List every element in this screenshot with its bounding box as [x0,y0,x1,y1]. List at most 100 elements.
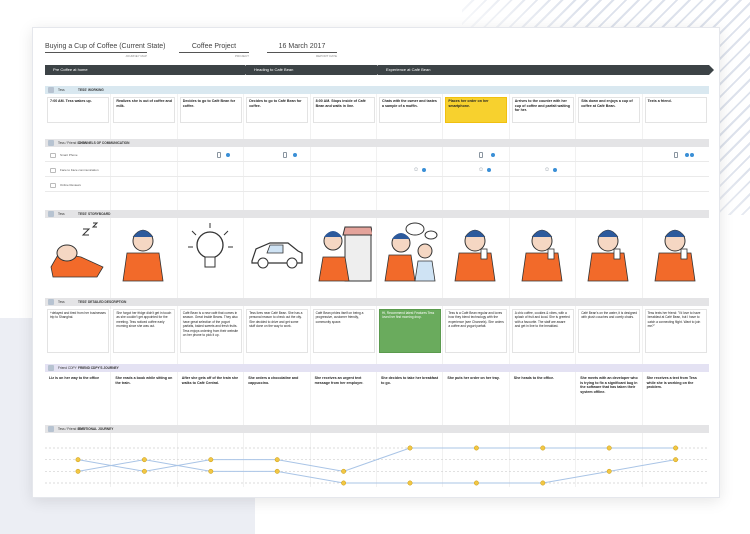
emotion-point[interactable] [606,468,612,474]
phone-icon [217,152,221,158]
phone-icon [479,152,483,158]
friend-step-card[interactable]: She puts her order on her tray. [445,375,507,419]
description-card[interactable]: She forgot her fridge didn't get in touc… [113,309,176,353]
person-at-shop-icon [318,226,372,282]
section-header-storyboard[interactable]: Tess TESS' STORYBOARD [45,210,709,218]
working-step-card[interactable]: Decides to go to Café Bean for coffee. [246,97,309,123]
working-step-card[interactable]: Places her order on her smartphone. [445,97,508,123]
friend-step-card[interactable]: She orders a chocolatine and cappuccino. [246,375,308,419]
emotion-point[interactable] [274,468,280,474]
description-card[interactable]: +delayed and tired from her businesses t… [47,309,109,353]
working-step-card[interactable]: Chats with the owner and tastes a sample… [379,97,441,123]
emotion-point[interactable] [473,445,479,451]
avatar [48,211,54,217]
emotion-point[interactable] [673,445,679,451]
project-field[interactable]: Coffee Project PROJECT [179,43,249,65]
section-header-emotion[interactable]: Tess / Friend CDPY EMOTIONAL JOURNEY [45,425,709,433]
working-step-card[interactable]: Sits down and enjoys a cup of coffee at … [578,97,641,123]
phase-heading[interactable]: Heading to Café Bean [246,65,382,75]
friend-step-card[interactable]: She heads to the office. [512,375,574,419]
phase-pre-coffee[interactable]: Pre Coffee at home [45,65,250,75]
friend-step-card[interactable]: She meets with an developer who is tryin… [578,375,640,419]
working-step-card[interactable]: 7:00 AM. Tess wakes up. [47,97,109,123]
emotion-point[interactable] [473,480,479,486]
person-on-phone-icon [454,229,496,282]
description-card[interactable]: Tess is a Café Bean regular and loves ho… [445,309,508,353]
journey-title: Buying a Cup of Coffee (Current State) [45,43,166,53]
emotion-point[interactable] [540,445,546,451]
friend-step-card[interactable]: After she gets off of the train she walk… [180,375,242,419]
channel-dot [491,153,495,157]
channel-online-reviews[interactable]: Online Reviews [45,180,709,192]
emotion-point[interactable] [208,457,214,463]
channel-dot [690,153,694,157]
avatar [48,140,54,146]
avatar [48,87,54,93]
emotion-point[interactable] [673,457,679,463]
description-card[interactable]: Café Bean is a new café that comes in se… [179,309,242,353]
working-step-card[interactable]: Texts a friend. [644,97,707,123]
friend-step-card[interactable]: She receives an urgent text message from… [313,375,375,419]
channel-dot [553,168,557,172]
working-step-card[interactable]: 8:00 AM. Stops inside of Café Bean and w… [312,97,375,123]
friend-step-card[interactable]: She decides to take her breakfast to go. [379,375,441,419]
working-step-card[interactable]: Decides to go to Café Bean for coffee. [179,97,242,123]
review-icon [50,183,56,188]
friend-step-card[interactable]: She reads a book while sitting on the tr… [113,375,175,419]
section-header-working[interactable]: Tess TESS' WORKING [45,86,709,94]
emotion-point[interactable] [407,445,413,451]
date-field[interactable]: 16 March 2017 REPORT DATE [267,43,337,65]
emotion-point[interactable] [606,445,612,451]
light-bulb-icon [187,223,233,268]
report-date: 16 March 2017 [267,43,337,53]
section-header-description[interactable]: Tess TESS' DETAILED DESCRIPTION [45,298,709,306]
tired-person-icon [122,229,164,282]
emotion-point[interactable] [341,468,347,474]
working-step-card[interactable]: Realizes she is out of coffee and milk. [113,97,176,123]
channel-face-to-face[interactable]: Face to Face communication ☺ ☺ ☺ [45,165,709,177]
person-texting-icon [654,229,696,282]
emotion-point[interactable] [141,468,147,474]
person-drinking-icon [587,229,629,282]
emotion-point[interactable] [540,480,546,486]
people-icon [50,168,56,173]
people-icon: ☺ [544,167,551,173]
phone-icon [50,153,56,158]
emotion-point[interactable] [407,480,413,486]
emotion-point[interactable] [274,457,280,463]
emotion-point[interactable] [75,468,81,474]
phase-experience[interactable]: Experience at Café Bean [378,65,714,75]
phone-icon [674,152,678,158]
emotion-point[interactable] [341,480,347,486]
description-card[interactable]: Café Bean prides itself on being a progr… [312,309,375,353]
description-card[interactable]: Tess texts her friend: "I'd love to have… [644,309,707,353]
emotion-point[interactable] [141,457,147,463]
friend-step-card[interactable]: Liz is on her way to the office [47,375,109,419]
emotion-point[interactable] [208,468,214,474]
avatar [48,365,54,371]
channel-smart-phone[interactable]: Smart Phone [45,150,709,162]
description-card[interactable]: A chic coffee, cookies & vibes, with a s… [511,309,574,353]
channel-dot [226,153,230,157]
phone-icon [283,152,287,158]
channel-dot [487,168,491,172]
emotion-point[interactable] [75,457,81,463]
working-step-card[interactable]: Arrives to the counter with her cup of c… [511,97,574,123]
description-card[interactable]: Café Bean's on the water, it is designed… [578,309,641,353]
channel-dot [293,153,297,157]
people-icon: ☺ [413,167,420,173]
description-card[interactable]: Tess lives near Café Bean. She has a per… [246,309,309,353]
friend-step-card[interactable]: She receives a text from Tess while she … [645,375,707,419]
journey-title-field[interactable]: Buying a Cup of Coffee (Current State) J… [45,43,166,65]
person-chatting-icon [384,222,438,282]
emotional-journey-chart [45,445,709,486]
avatar [48,426,54,432]
phase-bar: Pre Coffee at home Heading to Café Bean … [45,65,714,75]
channel-dot [685,153,689,157]
section-header-friend[interactable]: Friend CDPY FRIEND CDPY'S JOURNEY [45,364,709,372]
car-icon [251,242,303,269]
section-header-channels[interactable]: Tess / Friend CDPY CHANNELS OF COMMUNICA… [45,139,709,147]
people-icon: ☺ [478,167,485,173]
description-card[interactable]: Hi, Recommend latest Features Tess loved… [379,309,441,353]
journey-map-card: Buying a Cup of Coffee (Current State) J… [32,27,720,498]
